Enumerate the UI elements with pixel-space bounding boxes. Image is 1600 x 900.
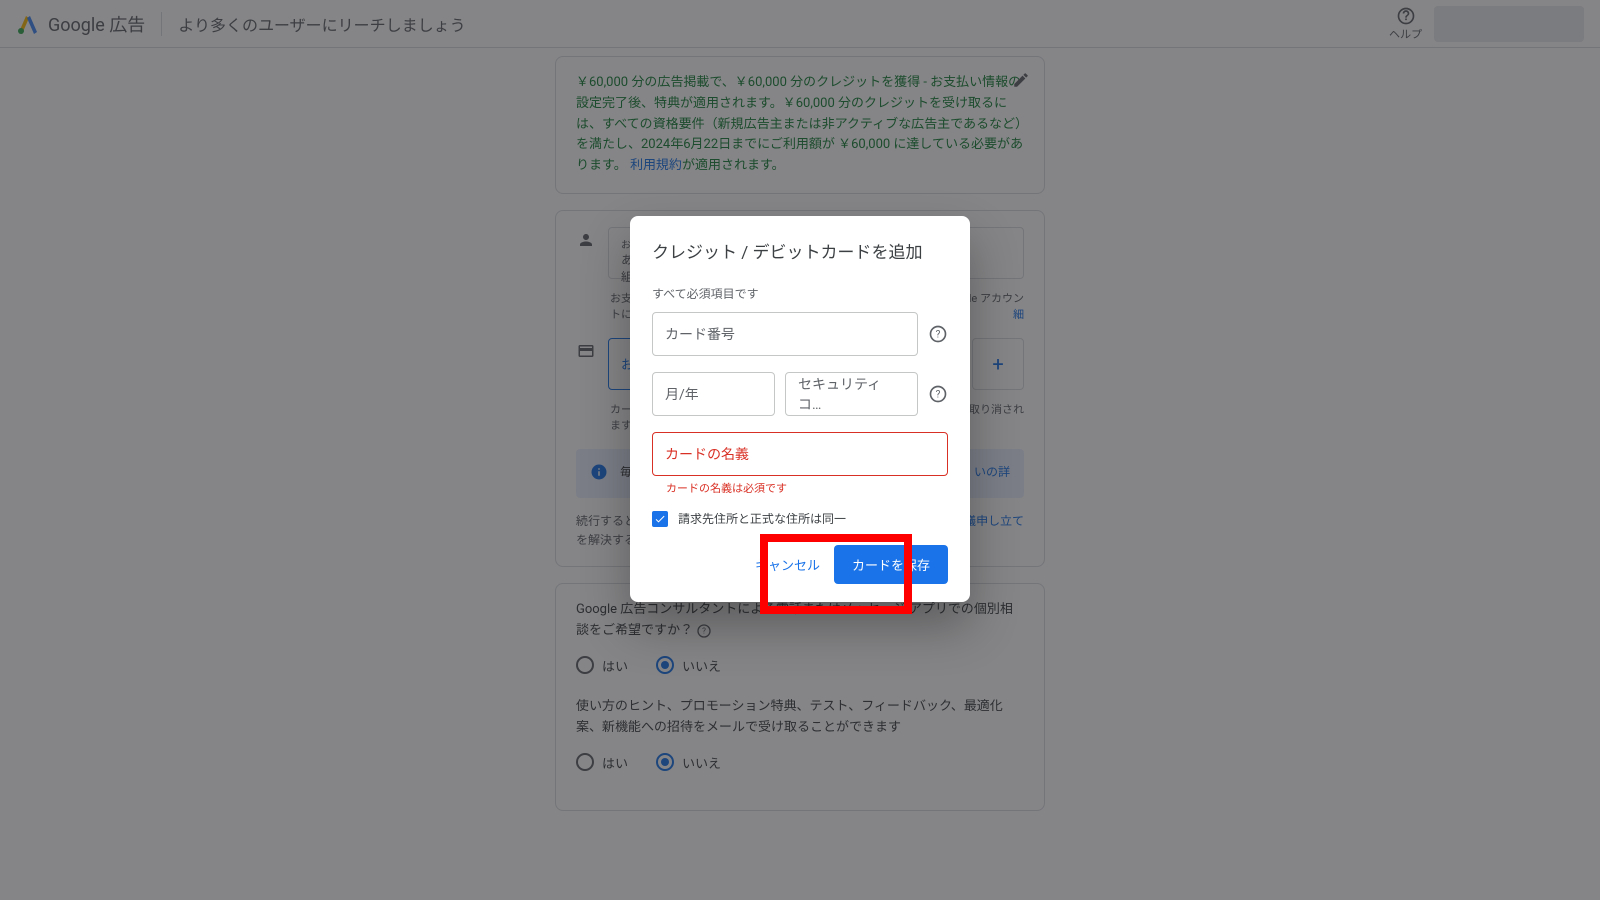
billing-same-label: 請求先住所と正式な住所は同一: [678, 510, 846, 527]
expiry-input[interactable]: 月/年: [652, 372, 775, 416]
card-number-help-icon[interactable]: ?: [928, 324, 948, 344]
add-card-modal: クレジット / デビットカードを追加 すべて必須項目です カード番号 ? 月/年…: [630, 216, 970, 602]
svg-text:?: ?: [936, 389, 941, 400]
cvc-input[interactable]: セキュリティ コ…: [785, 372, 918, 416]
modal-title: クレジット / デビットカードを追加: [652, 238, 948, 263]
cardholder-name-error: カードの名義は必須です: [666, 480, 948, 496]
modal-scrim: クレジット / デビットカードを追加 すべて必須項目です カード番号 ? 月/年…: [0, 0, 1600, 900]
svg-text:?: ?: [936, 329, 941, 340]
billing-same-checkbox[interactable]: 請求先住所と正式な住所は同一: [652, 510, 948, 527]
cardholder-name-input[interactable]: カードの名義: [652, 432, 948, 476]
checkbox-checked-icon: [652, 511, 668, 527]
card-number-input[interactable]: カード番号: [652, 312, 918, 356]
cancel-button[interactable]: キャンセル: [755, 555, 820, 574]
cvc-help-icon[interactable]: ?: [928, 384, 948, 404]
required-note: すべて必須項目です: [652, 285, 948, 302]
save-card-button[interactable]: カードを保存: [834, 545, 948, 584]
